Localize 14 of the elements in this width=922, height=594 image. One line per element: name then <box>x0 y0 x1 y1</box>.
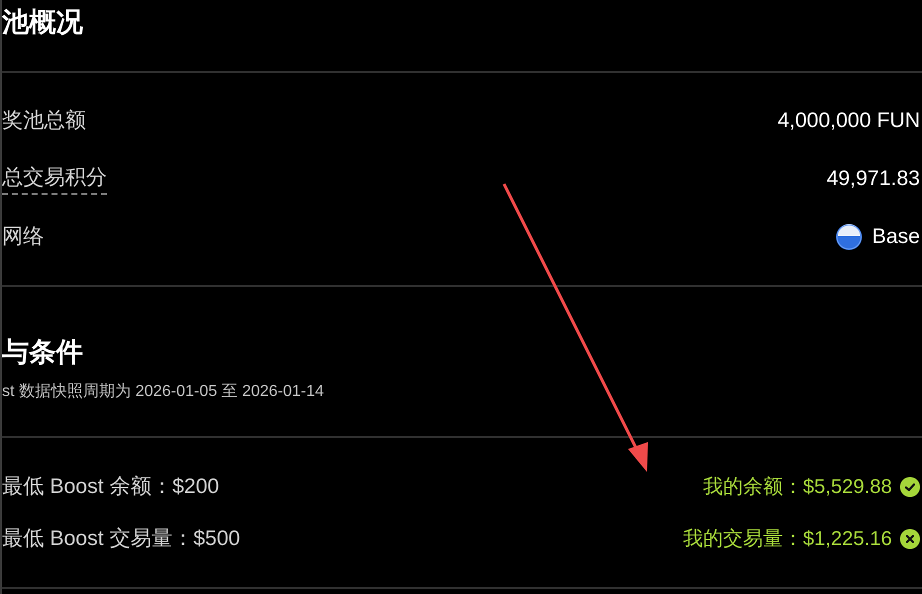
network-icon <box>836 224 862 250</box>
row-label: 奖池总额 <box>2 108 86 134</box>
requirement-text: 最低 Boost 交易量：$500 <box>2 526 240 552</box>
row-label[interactable]: 总交易积分 <box>2 163 107 195</box>
row-value: Base <box>872 224 920 250</box>
row-label: 网络 <box>2 224 44 250</box>
section-title: 池概况 <box>2 6 83 39</box>
user-amount: 我的交易量：$1,225.16 <box>683 527 892 552</box>
section-title: 与条件 <box>2 336 83 369</box>
requirement-text: 最低 Boost 余额：$200 <box>2 474 220 500</box>
row-value: 49,971.83 <box>826 166 920 192</box>
user-amount: 我的余额：$5,529.88 <box>703 475 892 500</box>
period-note: st 数据快照周期为 2026-01-05 至 2026-01-14 <box>2 382 324 402</box>
row-value: 4,000,000 FUN <box>778 108 920 134</box>
